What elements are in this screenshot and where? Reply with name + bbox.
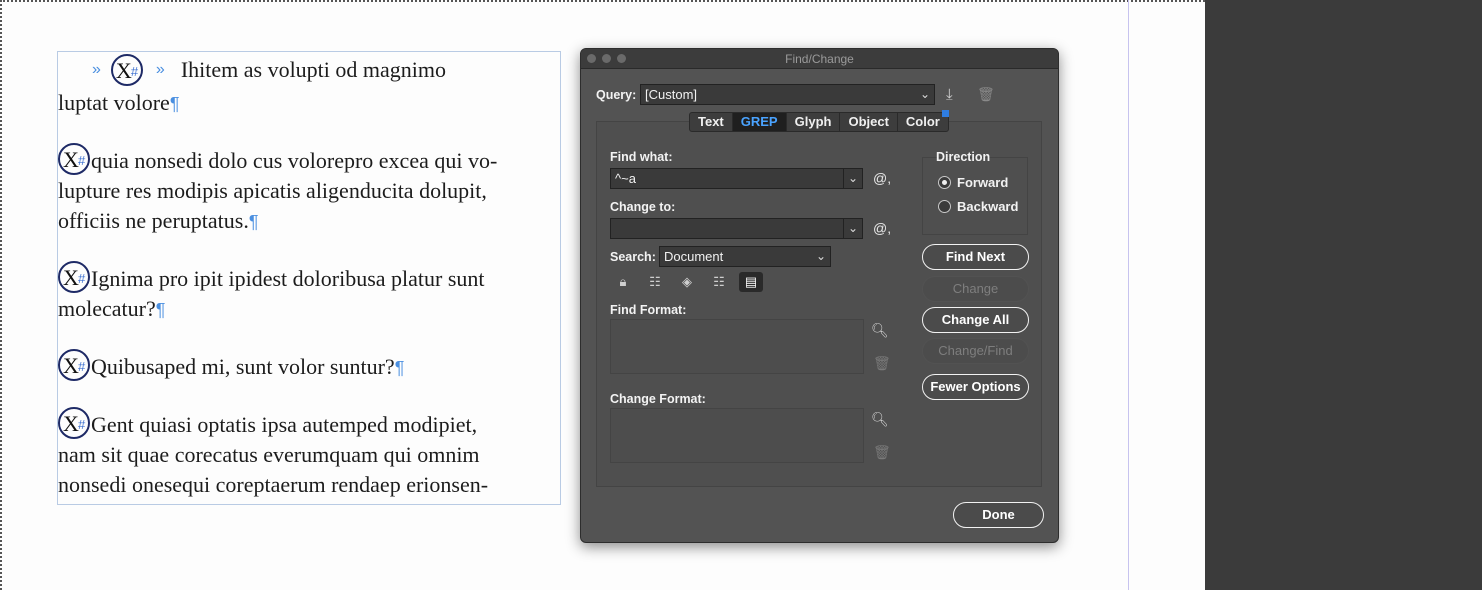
tab-object[interactable]: Object bbox=[840, 113, 898, 131]
find-next-button[interactable]: Find Next bbox=[922, 244, 1029, 270]
anchored-object-marker[interactable]: X # bbox=[110, 54, 143, 86]
query-dropdown[interactable]: [Custom] ⌄ bbox=[640, 84, 935, 105]
include-hidden-layers-icon[interactable]: ◈ bbox=[675, 272, 699, 292]
include-locked-layers-icon[interactable]: 🔒︎ bbox=[611, 272, 635, 292]
special-characters-find-icon[interactable]: @, bbox=[873, 170, 891, 186]
direction-label: Direction bbox=[936, 150, 991, 164]
forward-option-label[interactable]: Forward bbox=[957, 175, 1008, 190]
find-what-field[interactable]: ^~a ⌄ bbox=[610, 168, 863, 189]
hidden-char-marker: » bbox=[155, 61, 165, 78]
story-text[interactable]: » X # » Ihitem as volupti od magnimo lupt… bbox=[58, 54, 558, 500]
anchored-object-marker[interactable]: X # bbox=[58, 349, 90, 381]
search-options-toolbar: 🔒︎ ☷ ◈ ☷ ▤ bbox=[611, 272, 763, 292]
delete-query-icon[interactable]: 🗑︎ bbox=[977, 86, 995, 103]
chevron-down-icon: ⌄ bbox=[815, 249, 826, 263]
change-all-button[interactable]: Change All bbox=[922, 307, 1029, 333]
paragraph-3: X # Ignima pro ipit ipidest doloribusa pla… bbox=[58, 261, 558, 325]
tab-text[interactable]: Text bbox=[690, 113, 733, 131]
search-label: Search: bbox=[610, 250, 656, 264]
search-scope-dropdown[interactable]: Document ⌄ bbox=[659, 246, 831, 267]
save-query-icon[interactable]: ⤓ bbox=[946, 86, 953, 103]
include-master-pages-icon[interactable]: ☷ bbox=[707, 272, 731, 292]
done-button[interactable]: Done bbox=[953, 502, 1044, 528]
query-label: Query: bbox=[596, 88, 637, 102]
tab-glyph[interactable]: Glyph bbox=[787, 113, 841, 131]
chevron-down-icon[interactable]: ⌄ bbox=[848, 169, 858, 188]
find-format-label: Find Format: bbox=[610, 303, 687, 317]
backward-radio[interactable] bbox=[938, 200, 951, 213]
forward-radio[interactable] bbox=[938, 176, 951, 189]
anchored-object-marker[interactable]: X # bbox=[58, 143, 90, 175]
change-to-field[interactable]: ⌄ bbox=[610, 218, 863, 239]
paragraph-1-cont: luptat volore¶ bbox=[58, 90, 180, 115]
chevron-down-icon: ⌄ bbox=[919, 87, 930, 101]
include-footnotes-icon[interactable]: ▤ bbox=[739, 272, 763, 292]
tab-grep[interactable]: GREP bbox=[732, 113, 787, 131]
paragraph-1: » X # » Ihitem as volupti od magnimo bbox=[58, 52, 558, 88]
find-format-box[interactable] bbox=[610, 319, 864, 374]
paragraph-5: X # Gent quiasi optatis ipsa autemped modi… bbox=[58, 407, 558, 500]
fewer-options-button[interactable]: Fewer Options bbox=[922, 374, 1029, 400]
backward-option-label[interactable]: Backward bbox=[957, 199, 1018, 214]
margin-guide bbox=[1128, 0, 1129, 590]
tab-color[interactable]: Color bbox=[898, 113, 948, 131]
find-change-dialog: Find/Change Query: [Custom] ⌄ ⤓ 🗑︎ Text … bbox=[580, 48, 1059, 543]
change-find-button[interactable]: Change/Find bbox=[922, 338, 1029, 364]
change-to-label: Change to: bbox=[610, 200, 676, 214]
search-type-tabs: Text GREP Glyph Object Color bbox=[689, 112, 949, 132]
include-locked-stories-icon[interactable]: ☷ bbox=[643, 272, 667, 292]
change-format-box[interactable] bbox=[610, 408, 864, 463]
pilcrow-mark: ¶ bbox=[394, 358, 405, 378]
chevron-down-icon[interactable]: ⌄ bbox=[848, 219, 858, 238]
paragraph-2: X # quia nonsedi dolo cus volorepro excea … bbox=[58, 143, 558, 237]
paragraph-4: X # Quibusaped mi, sunt volor suntur?¶ bbox=[58, 349, 558, 383]
pilcrow-mark: ¶ bbox=[169, 94, 180, 114]
clear-change-format-icon[interactable]: 🗑︎ bbox=[873, 444, 891, 461]
special-characters-change-icon[interactable]: @, bbox=[873, 220, 891, 236]
dialog-titlebar[interactable]: Find/Change bbox=[581, 49, 1058, 69]
clear-find-format-icon[interactable]: 🗑︎ bbox=[873, 355, 891, 372]
change-button[interactable]: Change bbox=[922, 276, 1029, 302]
pilcrow-mark: ¶ bbox=[248, 212, 259, 232]
specify-change-format-icon[interactable]: 🔍︎ bbox=[871, 411, 889, 428]
paragraph-text: Ihitem as volupti od magnimo bbox=[180, 57, 447, 82]
dialog-title: Find/Change bbox=[785, 52, 854, 66]
change-format-label: Change Format: bbox=[610, 392, 706, 406]
anchored-object-marker[interactable]: X # bbox=[58, 261, 90, 293]
pasteboard bbox=[1205, 0, 1482, 590]
pilcrow-mark: ¶ bbox=[155, 300, 166, 320]
find-what-label: Find what: bbox=[610, 150, 673, 164]
direction-group bbox=[922, 157, 1028, 235]
specify-find-format-icon[interactable]: 🔍︎ bbox=[871, 322, 889, 339]
tab-indicator bbox=[942, 110, 949, 117]
anchored-object-marker[interactable]: X # bbox=[58, 407, 90, 439]
hidden-char-marker: » bbox=[92, 61, 101, 78]
